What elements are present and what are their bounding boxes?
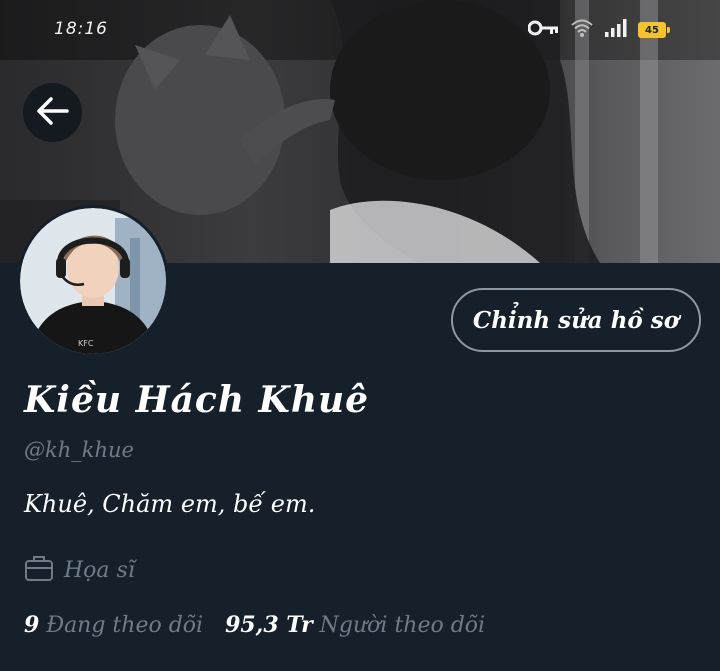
avatar[interactable]: KFC	[17, 205, 169, 357]
status-bar: 18:16 45	[0, 0, 720, 60]
follow-stats: 9 Đang theo dõi 95,3 Tr Người theo dõi	[24, 612, 485, 638]
followers-count: 95,3 Tr	[225, 612, 313, 638]
signal-icon	[604, 18, 628, 42]
svg-text:KFC: KFC	[78, 339, 94, 348]
username-handle: @kh_khue	[24, 438, 134, 462]
edit-profile-button[interactable]: Chỉnh sửa hồ sơ	[451, 288, 701, 352]
followers-label: Người theo dõi	[319, 613, 486, 638]
battery-level: 45	[645, 24, 659, 36]
following-link[interactable]: 9 Đang theo dõi	[24, 612, 203, 638]
occupation-label: Họa sĩ	[64, 557, 135, 583]
display-name: Kiều Hách Khuê	[24, 379, 370, 421]
followers-link[interactable]: 95,3 Tr Người theo dõi	[225, 612, 485, 638]
back-button[interactable]	[23, 83, 82, 142]
occupation-row: Họa sĩ	[24, 553, 135, 587]
following-count: 9	[24, 612, 40, 638]
battery-icon: 45	[638, 22, 670, 38]
profile-bio: Khuê, Chăm em, bế em.	[24, 490, 316, 518]
following-label: Đang theo dõi	[46, 613, 204, 638]
briefcase-icon	[24, 554, 54, 586]
wifi-icon	[570, 18, 594, 42]
key-icon	[527, 20, 560, 40]
arrow-left-icon	[36, 96, 70, 130]
status-time: 18:16	[54, 19, 108, 39]
